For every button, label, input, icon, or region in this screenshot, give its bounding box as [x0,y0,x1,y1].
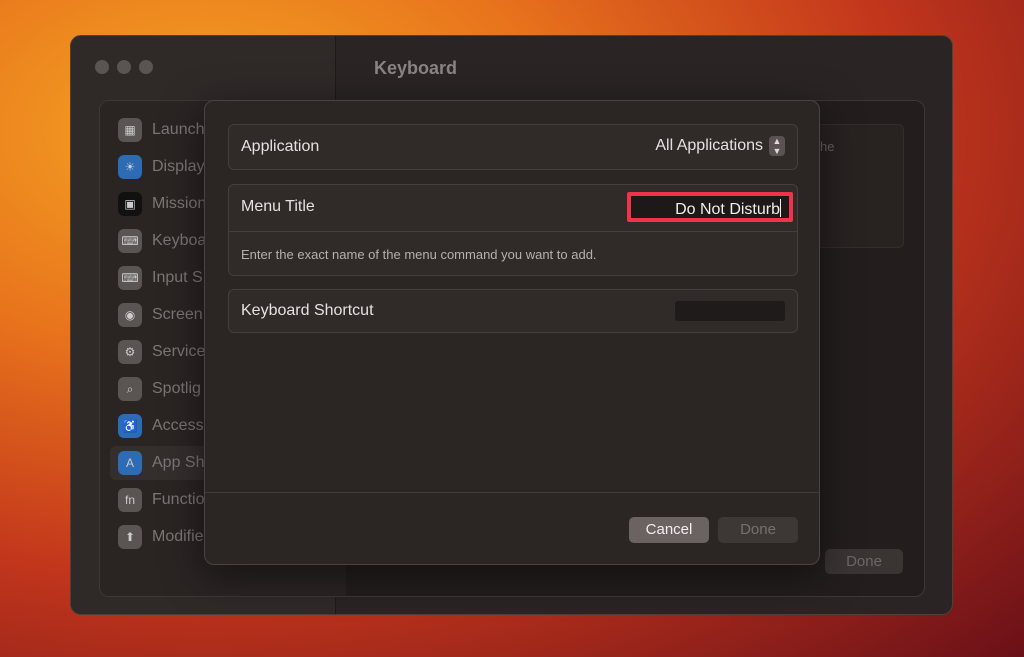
sidebar-item-label: Modifie [152,528,204,545]
menu-title-row: Menu Title Do Not Disturb Enter the exac… [228,184,798,276]
menu-title-label: Menu Title [241,198,315,215]
window-title: Keyboard [374,58,458,78]
partial-text: he [820,139,835,154]
application-popup[interactable]: All Applications ▲ ▼ [655,136,785,156]
sidebar-item-label: Screen [152,306,203,323]
sidebar-item-label: Keyboa [152,232,207,249]
sidebar-item-label: Display [152,158,205,175]
chevron-up-down-icon: ▲ ▼ [769,136,785,156]
window-controls [95,60,153,74]
keyboard-shortcut-recorder[interactable] [675,301,785,321]
services-icon: ⚙ [118,340,142,364]
menu-title-value: Do Not Disturb [675,201,780,218]
keyboard-shortcut-row: Keyboard Shortcut [228,289,798,333]
sidebar-item-label: Spotlig [152,380,201,397]
zoom-button[interactable] [139,60,153,74]
spotlight-icon: ⌕ [118,377,142,401]
application-value: All Applications [655,137,763,154]
keyboard-shortcut-label: Keyboard Shortcut [241,302,374,319]
application-row: Application All Applications ▲ ▼ [228,124,798,170]
keyboard-icon: ⌨ [118,229,142,253]
close-button[interactable] [95,60,109,74]
sidebar-item-label: Service [152,343,206,360]
footer-divider [205,492,819,493]
accessibility-icon: ♿ [118,414,142,438]
function-keys-icon: fn [118,488,142,512]
text-caret [780,199,781,217]
sidebar-item-label: Launch [152,121,205,138]
sidebar-item-label: App Sh [152,454,205,471]
mission-control-icon: ▣ [118,192,142,216]
sidebar-item-label: Input S [152,269,203,286]
app-shortcuts-icon: A [118,451,142,475]
sidebar-item-label: Access [152,417,204,434]
minimize-button[interactable] [117,60,131,74]
divider [229,231,797,232]
launchpad-icon: ▦ [118,118,142,142]
sidebar-item-label: Mission [152,195,207,212]
menu-title-input[interactable]: Do Not Disturb [627,192,793,222]
application-label: Application [241,138,320,155]
input-sources-icon: ⌨ [118,266,142,290]
sidebar-item-label: Functio [152,491,205,508]
sheet-done-button[interactable]: Done [825,549,903,574]
screenshot-icon: ◉ [118,303,142,327]
cancel-button[interactable]: Cancel [629,517,709,543]
modifier-keys-icon: ⬆ [118,525,142,549]
done-button[interactable]: Done [718,517,798,543]
add-shortcut-dialog: Application All Applications ▲ ▼ Menu Tit… [204,100,820,565]
display-icon: ☀ [118,155,142,179]
menu-title-hint: Enter the exact name of the menu command… [241,247,597,262]
